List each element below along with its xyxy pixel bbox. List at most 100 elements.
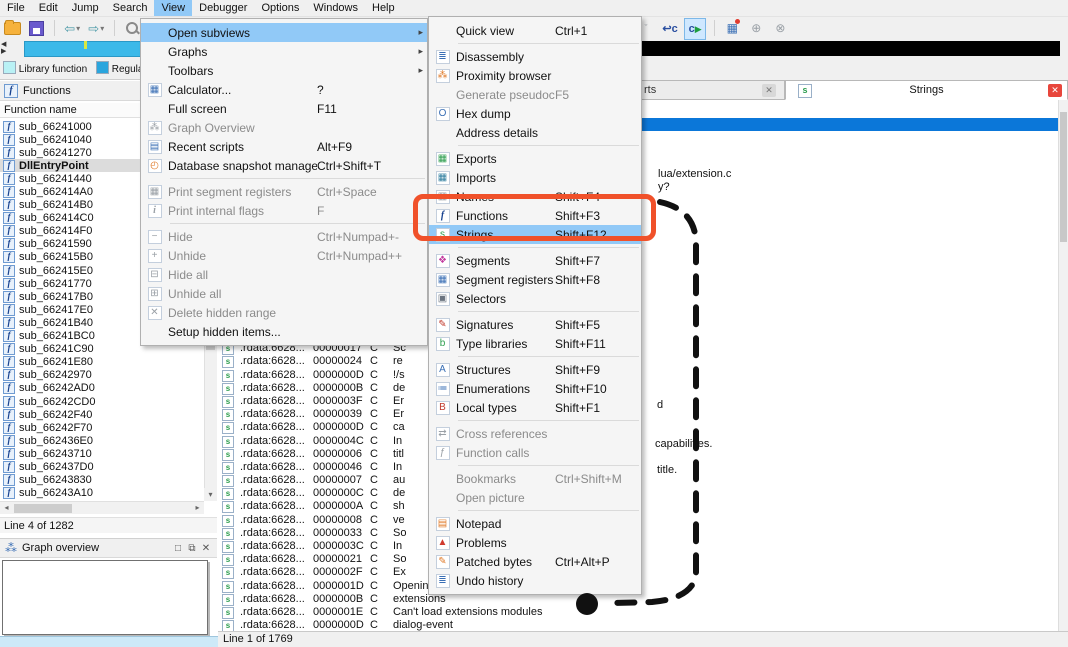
add-breakpoint-icon[interactable]: ⊕ [746, 18, 766, 38]
save-icon[interactable] [26, 18, 46, 38]
function-row-sub-66243830[interactable]: fsub_66243830 [0, 474, 204, 487]
menu-item-shortcut: Shift+F9 [555, 363, 627, 377]
view-menu-item-full-screen[interactable]: Full screenF11 [141, 99, 427, 118]
scroll-down-arrow-icon[interactable]: ▾ [204, 488, 217, 501]
function-row-sub-66241e80[interactable]: fsub_66241E80 [0, 356, 204, 369]
subviews-menu-item-type-libraries[interactable]: bType librariesShift+F11 [429, 334, 641, 353]
compile-icon[interactable]: ↩c [660, 18, 680, 38]
string-type: C [370, 527, 378, 540]
subviews-menu-item-problems[interactable]: ▲Problems [429, 533, 641, 552]
function-name: sub_66242970 [19, 369, 92, 381]
string-row[interactable]: s.rdata:6628...0000001ECCan't load exten… [218, 606, 1058, 619]
forward-icon[interactable]: ⇨▾ [86, 18, 106, 38]
view-menu-item-graph-overview[interactable]: ⁂Graph Overview [141, 118, 427, 137]
graph-overview-title-bar[interactable]: ⁂ Graph overview □ ⧉ ✕ [0, 538, 217, 558]
menubar-item-debugger[interactable]: Debugger [192, 0, 254, 16]
subviews-menu-item-quick-view[interactable]: Quick viewCtrl+1 [429, 21, 641, 40]
subviews-menu-item-patched-bytes[interactable]: ✎Patched bytesCtrl+Alt+P [429, 552, 641, 571]
run-script-icon[interactable]: c▶ [684, 18, 706, 40]
menubar-item-view[interactable]: View [154, 0, 192, 16]
view-menu-item-unhide[interactable]: +UnhideCtrl+Numpad++ [141, 246, 427, 265]
close-icon[interactable]: ✕ [199, 543, 213, 554]
function-row-sub-66242f40[interactable]: fsub_66242F40 [0, 408, 204, 421]
scroll-right-arrow-icon[interactable]: ▸ [191, 502, 204, 514]
subviews-menu-item-bookmarks[interactable]: BookmarksCtrl+Shift+M [429, 469, 641, 488]
view-menu-item-hide[interactable]: −HideCtrl+Numpad+- [141, 227, 427, 246]
strings-vertical-scrollbar-thumb[interactable] [1060, 112, 1067, 242]
subviews-menu-item-local-types[interactable]: BLocal typesShift+F1 [429, 398, 641, 417]
subviews-menu-item-exports[interactable]: ▦Exports [429, 149, 641, 168]
view-menu-item-delete-hidden-range[interactable]: ✕Delete hidden range [141, 303, 427, 322]
subviews-menu-item-signatures[interactable]: ✎SignaturesShift+F5 [429, 315, 641, 334]
scroll-left-arrow-icon[interactable]: ◂ [0, 502, 13, 514]
menu-item-label: Delete hidden range [168, 306, 317, 320]
subviews-menu-item-cross-references[interactable]: ⇄Cross references [429, 424, 641, 443]
view-menu-item-graphs[interactable]: Graphs▸ [141, 42, 427, 61]
function-row-sub-66243a10[interactable]: fsub_66243A10 [0, 487, 204, 500]
subviews-menu-item-proximity-browser[interactable]: ⁂Proximity browser [429, 66, 641, 85]
subviews-menu-item-segments[interactable]: ❖SegmentsShift+F7 [429, 251, 641, 270]
subviews-menu-item-segment-registers[interactable]: ▦Segment registersShift+F8 [429, 270, 641, 289]
menubar-item-search[interactable]: Search [106, 0, 155, 16]
subviews-menu-item-notepad[interactable]: ▤Notepad [429, 514, 641, 533]
graph-overview-canvas[interactable] [2, 560, 208, 635]
subviews-menu-item-function-calls[interactable]: ƒFunction calls [429, 443, 641, 462]
subviews-menu-item-hex-dump[interactable]: OHex dump [429, 104, 641, 123]
subviews-menu-item-undo-history[interactable]: ≣Undo history [429, 571, 641, 590]
menubar-item-help[interactable]: Help [365, 0, 402, 16]
subviews-menu-item-imports[interactable]: ▦Imports [429, 168, 641, 187]
subviews-menu-item-open-picture[interactable]: Open picture [429, 488, 641, 507]
function-row-sub-66243710[interactable]: fsub_66243710 [0, 447, 204, 460]
menubar-item-options[interactable]: Options [254, 0, 306, 16]
subviews-menu-item-enumerations[interactable]: ≔EnumerationsShift+F10 [429, 379, 641, 398]
menubar-item-edit[interactable]: Edit [32, 0, 65, 16]
view-menu-item-recent-scripts[interactable]: ▤Recent scriptsAlt+F9 [141, 137, 427, 156]
view-menu-item-setup-hidden-items[interactable]: Setup hidden items... [141, 322, 427, 341]
functions-horizontal-scrollbar-thumb[interactable] [14, 504, 72, 513]
view-menu-item-database-snapshot-manager[interactable]: ◴Database snapshot manager...Ctrl+Shift+… [141, 156, 427, 175]
navigation-band-library-region[interactable] [642, 41, 1060, 56]
function-row-sub-662436e0[interactable]: fsub_662436E0 [0, 434, 204, 447]
string-length: 00000006 [313, 448, 362, 461]
subviews-menu-item-selectors[interactable]: ▣Selectors [429, 289, 641, 308]
float-icon[interactable]: ⧉ [185, 543, 199, 554]
string-fragment: lua/extension.c [658, 168, 731, 180]
subviews-menu-item-structures[interactable]: AStructuresShift+F9 [429, 360, 641, 379]
menubar-item-jump[interactable]: Jump [65, 0, 106, 16]
breakpoint-list-icon[interactable]: ▦ [722, 18, 742, 38]
view-menu-item-unhide-all[interactable]: ⊞Unhide all [141, 284, 427, 303]
function-row-sub-66242ad0[interactable]: fsub_66242AD0 [0, 382, 204, 395]
string-row[interactable]: s.rdata:6628...0000000DCdialog-event [218, 619, 1058, 631]
subviews-menu-separator [458, 311, 639, 312]
view-menu-item-print-segment-registers[interactable]: ▦Print segment registersCtrl+Space [141, 182, 427, 201]
view-menu-item-print-internal-flags[interactable]: iPrint internal flagsF [141, 201, 427, 220]
remove-breakpoint-icon[interactable]: ⊗ [770, 18, 790, 38]
view-menu-item-calculator[interactable]: ▦Calculator...? [141, 80, 427, 99]
menubar-item-windows[interactable]: Windows [306, 0, 365, 16]
functions-horizontal-scrollbar[interactable]: ◂ ▸ [0, 501, 204, 514]
string-icon: s [222, 370, 234, 382]
function-row-sub-66242cd0[interactable]: fsub_66242CD0 [0, 395, 204, 408]
open-file-icon[interactable] [2, 18, 22, 38]
subviews-menu-item-disassembly[interactable]: ≣Disassembly [429, 47, 641, 66]
maximize-icon[interactable]: □ [171, 543, 185, 554]
back-icon[interactable]: ⇦▾ [62, 18, 82, 38]
subviews-menu-item-address-details[interactable]: Address details [429, 123, 641, 142]
string-text: sh [393, 500, 405, 513]
band-scroll-left-icon[interactable]: ◀▶ [1, 41, 6, 55]
subviews-menu-item-generate-pseudocode[interactable]: Generate pseudocodeF5 [429, 85, 641, 104]
view-menu-item-hide-all[interactable]: ⊟Hide all [141, 265, 427, 284]
tab-close-icon[interactable]: ✕ [762, 84, 776, 97]
tab-close-icon[interactable]: ✕ [1048, 84, 1062, 97]
tab-strings[interactable]: s Strings ✕ [785, 80, 1068, 100]
menubar-item-file[interactable]: File [0, 0, 32, 16]
string-icon: s [222, 436, 234, 448]
view-menu-item-toolbars[interactable]: Toolbars▸ [141, 61, 427, 80]
function-row-sub-66242f70[interactable]: fsub_66242F70 [0, 421, 204, 434]
view-menu-item-open-subviews[interactable]: Open subviews▸ [141, 23, 427, 42]
function-row-sub-662437d0[interactable]: fsub_662437D0 [0, 460, 204, 473]
string-type: C [370, 395, 378, 408]
menu-bar: FileEditJumpSearchViewDebuggerOptionsWin… [0, 0, 1068, 17]
function-row-sub-66242970[interactable]: fsub_66242970 [0, 369, 204, 382]
function-name: sub_66242F70 [19, 422, 92, 434]
